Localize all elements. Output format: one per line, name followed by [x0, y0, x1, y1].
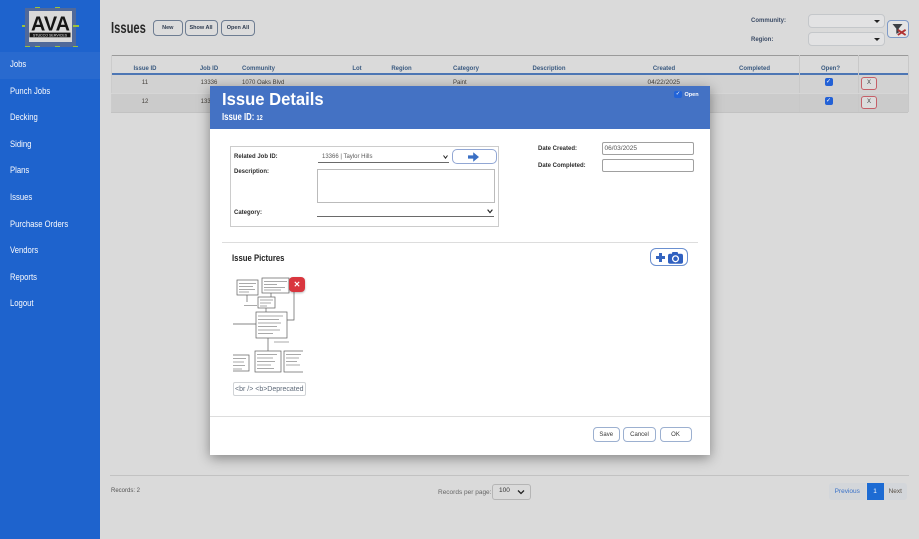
svg-text:STUCCO SERVICES: STUCCO SERVICES — [32, 33, 67, 37]
svg-text:AVA: AVA — [31, 14, 70, 36]
